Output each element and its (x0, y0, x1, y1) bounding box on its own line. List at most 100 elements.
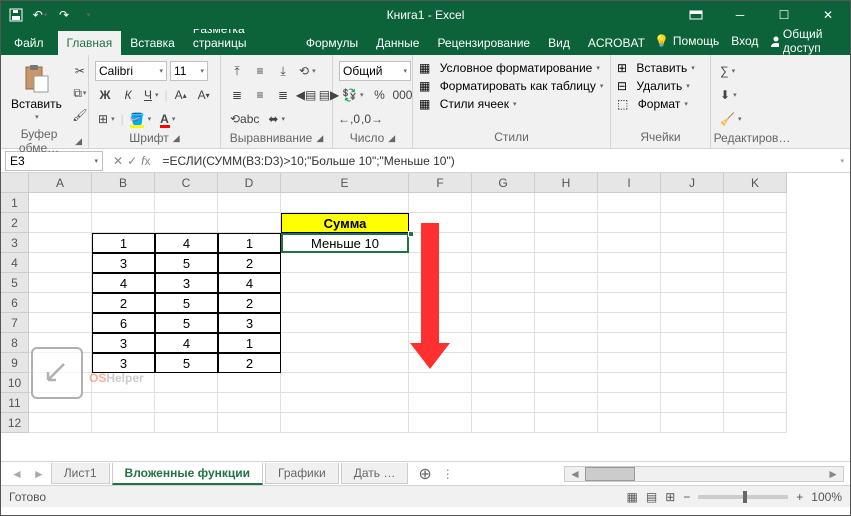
cell-C5[interactable]: 3 (155, 273, 218, 293)
font-name-combo[interactable]: Calibri▾ (95, 61, 167, 81)
cell-E6[interactable] (281, 293, 409, 313)
cell-E10[interactable] (281, 373, 409, 393)
tab-formulas[interactable]: Формулы (297, 31, 367, 55)
cell-G10[interactable] (472, 373, 535, 393)
cell-I9[interactable] (598, 353, 661, 373)
font-size-combo[interactable]: 11▾ (170, 61, 208, 81)
cell-H3[interactable] (535, 233, 598, 253)
cell-K12[interactable] (724, 413, 787, 433)
grow-font-icon[interactable]: A▴ (171, 85, 191, 105)
sheet-tab-3[interactable]: Графики (265, 463, 339, 484)
cell-K5[interactable] (724, 273, 787, 293)
cell-G1[interactable] (472, 193, 535, 213)
border-button[interactable]: ⊞▾ (95, 109, 118, 129)
cell-K9[interactable] (724, 353, 787, 373)
cell-K1[interactable] (724, 193, 787, 213)
cell-G3[interactable] (472, 233, 535, 253)
view-break-icon[interactable]: ⊞ (665, 490, 675, 504)
wrap-text-button[interactable]: ⟲abc (227, 109, 262, 129)
sheet-tab-2[interactable]: Вложенные функции (112, 463, 263, 485)
sheet-nav-prev-icon[interactable]: ◄ (7, 467, 27, 481)
cell-K2[interactable] (724, 213, 787, 233)
fx-icon[interactable]: fx (141, 154, 150, 168)
cell-G12[interactable] (472, 413, 535, 433)
cell-I12[interactable] (598, 413, 661, 433)
sheet-more-icon[interactable]: ⋮ (442, 467, 454, 481)
cell-I5[interactable] (598, 273, 661, 293)
cell-D6[interactable]: 2 (218, 293, 281, 313)
row-header[interactable]: 6 (1, 293, 29, 313)
col-header[interactable]: A (29, 173, 92, 193)
cell-F12[interactable] (409, 413, 472, 433)
row-header[interactable]: 9 (1, 353, 29, 373)
sheet-nav-next-icon[interactable]: ► (29, 467, 49, 481)
cell-C2[interactable] (155, 213, 218, 233)
cell-J5[interactable] (661, 273, 724, 293)
fill-icon[interactable]: ⬇▾ (717, 85, 740, 105)
insert-cells-button[interactable]: ⊞ Вставить▾ (617, 61, 695, 75)
cell-J3[interactable] (661, 233, 724, 253)
tab-file[interactable]: Файл (5, 31, 58, 55)
cell-I3[interactable] (598, 233, 661, 253)
number-format-combo[interactable]: Общий▾ (339, 61, 411, 81)
cell-H2[interactable] (535, 213, 598, 233)
bold-button[interactable]: Ж (95, 85, 115, 105)
cell-I10[interactable] (598, 373, 661, 393)
cell-D7[interactable]: 3 (218, 313, 281, 333)
cell-D4[interactable]: 2 (218, 253, 281, 273)
cell-B7[interactable]: 6 (92, 313, 155, 333)
col-header[interactable]: I (598, 173, 661, 193)
cell-D8[interactable]: 1 (218, 333, 281, 353)
align-top-icon[interactable]: ⤒ (227, 61, 247, 81)
cell-J12[interactable] (661, 413, 724, 433)
indent-dec-icon[interactable]: ◀▤ (296, 85, 316, 105)
cell-F10[interactable] (409, 373, 472, 393)
zoom-slider[interactable] (698, 495, 788, 499)
cell-G9[interactable] (472, 353, 535, 373)
align-left-icon[interactable]: ≣ (227, 85, 247, 105)
conditional-format-button[interactable]: ▦ Условное форматирование▾ (419, 61, 603, 75)
row-header[interactable]: 10 (1, 373, 29, 393)
cell-E8[interactable] (281, 333, 409, 353)
cell-I8[interactable] (598, 333, 661, 353)
format-painter-icon[interactable]: 🖌 (70, 105, 90, 125)
cell-F11[interactable] (409, 393, 472, 413)
cell-J7[interactable] (661, 313, 724, 333)
col-header[interactable]: G (472, 173, 535, 193)
align-right-icon[interactable]: ≣ (273, 85, 293, 105)
col-header[interactable]: H (535, 173, 598, 193)
zoom-out-icon[interactable]: − (683, 490, 690, 504)
undo-icon[interactable]: ↶▾ (29, 4, 51, 26)
font-color-button[interactable]: A▾ (157, 109, 178, 129)
col-header[interactable]: J (661, 173, 724, 193)
italic-button[interactable]: К (118, 85, 138, 105)
cell-B2[interactable] (92, 213, 155, 233)
cell-B4[interactable]: 3 (92, 253, 155, 273)
cell-H7[interactable] (535, 313, 598, 333)
cell-I1[interactable] (598, 193, 661, 213)
cell-I7[interactable] (598, 313, 661, 333)
cell-H6[interactable] (535, 293, 598, 313)
tab-review[interactable]: Рецензирование (428, 31, 539, 55)
cell-K7[interactable] (724, 313, 787, 333)
ribbon-options-icon[interactable] (674, 1, 718, 29)
maximize-icon[interactable]: ☐ (762, 1, 806, 29)
cell-B12[interactable] (92, 413, 155, 433)
cell-E9[interactable] (281, 353, 409, 373)
fill-handle[interactable] (408, 231, 414, 237)
cell-D9[interactable]: 2 (218, 353, 281, 373)
col-header[interactable]: F (409, 173, 472, 193)
add-sheet-icon[interactable]: ⊕ (410, 464, 439, 484)
cell-B5[interactable]: 4 (92, 273, 155, 293)
tab-data[interactable]: Данные (367, 31, 428, 55)
format-as-table-button[interactable]: ▦ Форматировать как таблицу▾ (419, 79, 603, 93)
cell-D2[interactable] (218, 213, 281, 233)
cell-H11[interactable] (535, 393, 598, 413)
row-header[interactable]: 1 (1, 193, 29, 213)
row-header[interactable]: 2 (1, 213, 29, 233)
tab-acrobat[interactable]: ACROBAT (579, 31, 654, 55)
underline-button[interactable]: Ч▾ (141, 85, 162, 105)
align-bottom-icon[interactable]: ⤓ (273, 61, 293, 81)
cancel-formula-icon[interactable]: ✕ (113, 154, 123, 168)
cell-A6[interactable] (29, 293, 92, 313)
